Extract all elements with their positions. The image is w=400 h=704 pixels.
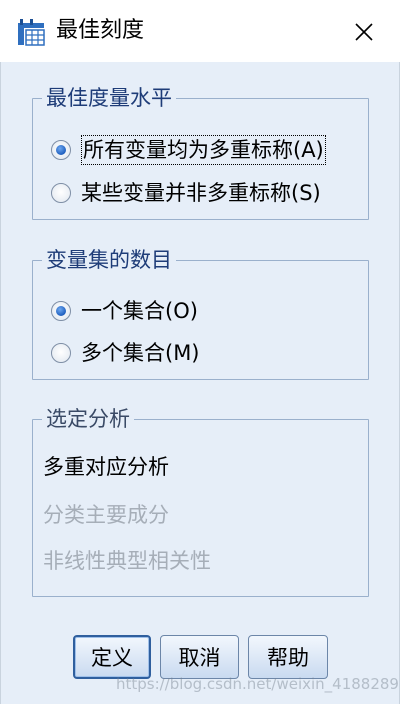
analysis-mca: 多重对应分析 (43, 455, 169, 479)
help-button[interactable]: 帮助 (248, 635, 328, 679)
radio-checked-icon[interactable] (51, 140, 71, 160)
radio-multiple-sets[interactable]: 多个集合(M) (51, 339, 200, 367)
window-title: 最佳刻度 (56, 18, 145, 43)
analysis-nonlinear-canonical: 非线性典型相关性 (43, 549, 211, 573)
selected-analysis-group: 选定分析 多重对应分析 分类主要成分 非线性典型相关性 (32, 405, 369, 597)
radio-all-multiple-nominal[interactable]: 所有变量均为多重标称(A) (51, 135, 326, 165)
selected-analysis-legend: 选定分析 (42, 405, 134, 433)
spss-grid-icon (18, 19, 45, 46)
radio-label: 一个集合(O) (81, 299, 198, 323)
close-button[interactable] (342, 12, 386, 52)
cancel-button[interactable]: 取消 (160, 635, 239, 679)
radio-unchecked-icon[interactable] (51, 183, 71, 203)
optimal-scaling-level-group: 最佳度量水平 所有变量均为多重标称(A) 某些变量并非多重标称(S) (32, 84, 369, 220)
title-bar[interactable]: 最佳刻度 (0, 0, 400, 62)
radio-label: 多个集合(M) (81, 341, 200, 365)
analysis-catpca: 分类主要成分 (43, 503, 169, 527)
number-of-sets-legend: 变量集的数目 (42, 246, 176, 274)
radio-label: 所有变量均为多重标称(A) (81, 135, 326, 165)
radio-label: 某些变量并非多重标称(S) (81, 181, 321, 205)
watermark: https://blog.csdn.net/weixin_41882890 (116, 675, 400, 693)
define-button[interactable]: 定义 (73, 635, 151, 679)
radio-unchecked-icon[interactable] (51, 343, 71, 363)
optimal-scaling-level-legend: 最佳度量水平 (42, 84, 176, 112)
close-icon (355, 23, 373, 41)
dialog-body: 最佳度量水平 所有变量均为多重标称(A) 某些变量并非多重标称(S) 变量集的数… (0, 62, 400, 704)
number-of-sets-group: 变量集的数目 一个集合(O) 多个集合(M) (32, 246, 369, 380)
radio-one-set[interactable]: 一个集合(O) (51, 297, 198, 325)
radio-checked-icon[interactable] (51, 301, 71, 321)
radio-some-not-multiple-nominal[interactable]: 某些变量并非多重标称(S) (51, 179, 321, 207)
